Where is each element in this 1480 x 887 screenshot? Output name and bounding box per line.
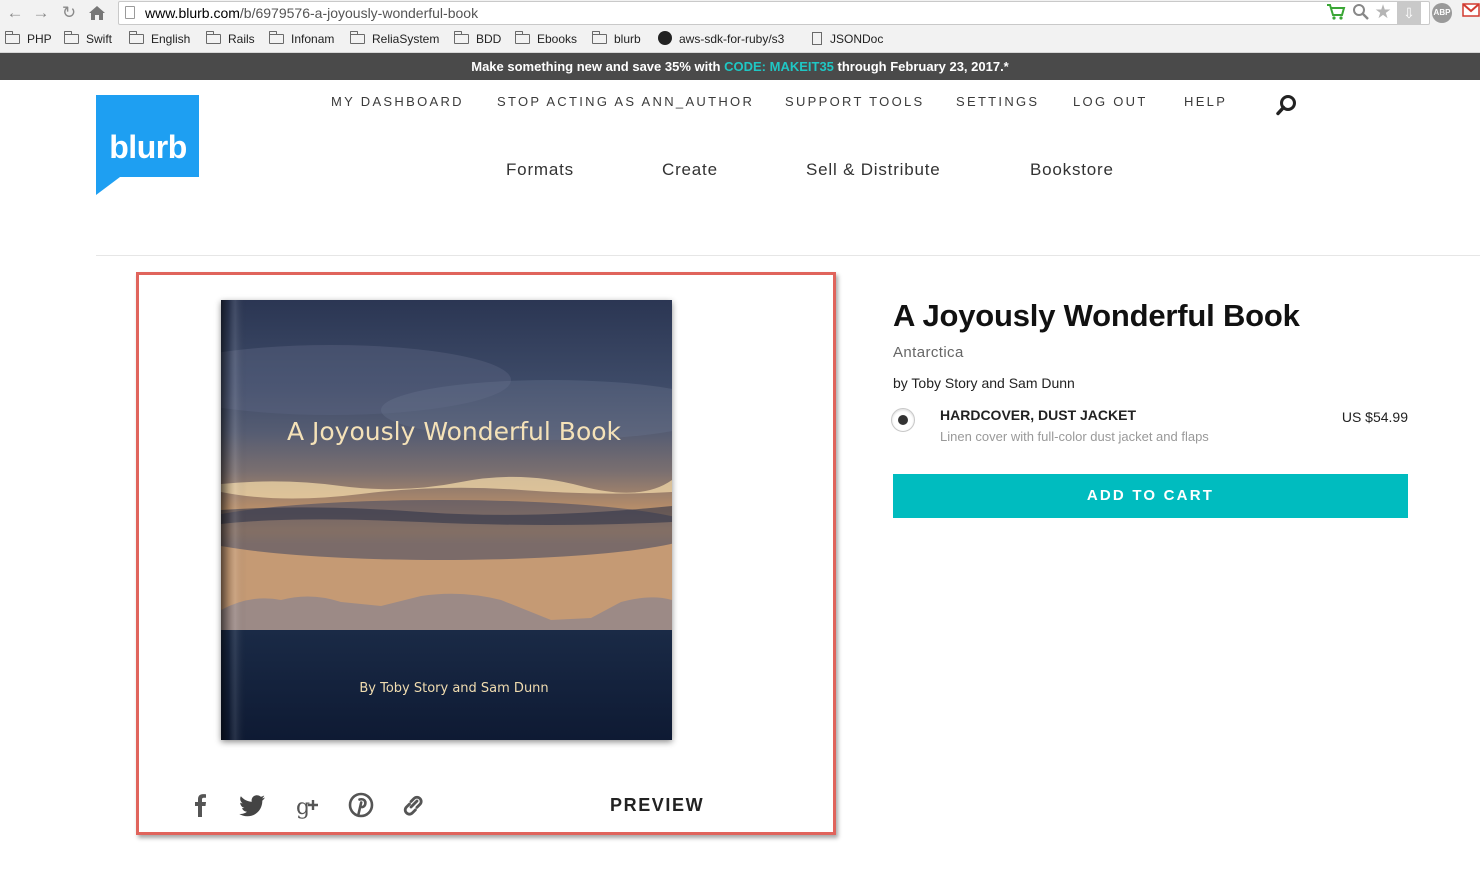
google-plus-icon[interactable]: g [294,790,324,820]
browser-toolbar: ← → ↻ www.blurb.com/b/6979576-a-joyously… [0,0,1480,27]
nav-help[interactable]: HELP [1184,94,1227,109]
nav-sell-distribute[interactable]: Sell & Distribute [806,160,941,180]
folder-icon [515,31,530,44]
gmail-icon[interactable] [1462,3,1480,23]
back-arrow-icon[interactable]: ← [4,2,26,24]
svg-text:g: g [296,795,310,820]
bookmark-blurb[interactable]: blurb [592,31,641,48]
bookmark-reliasystem[interactable]: ReliaSystem [350,31,439,48]
book-title: A Joyously Wonderful Book [893,298,1300,333]
bookmark-ebooks[interactable]: Ebooks [515,31,577,48]
bookmark-jsondoc[interactable]: JSONDoc [812,31,883,48]
nav-stop-acting[interactable]: STOP ACTING AS ANN_AUTHOR [497,94,754,109]
document-icon [812,32,822,45]
bookmark-bdd[interactable]: BDD [454,31,501,48]
book-cover-image[interactable]: A Joyously Wonderful Book By Toby Story … [221,300,672,740]
bookmark-rails[interactable]: Rails [206,31,255,48]
twitter-icon[interactable] [236,790,268,820]
book-authors[interactable]: by Toby Story and Sam Dunn [893,375,1075,391]
blurb-logo[interactable]: blurb [96,95,199,195]
star-icon[interactable]: ★ [1373,3,1393,23]
bookmark-swift[interactable]: Swift [64,31,112,48]
forward-arrow-icon[interactable]: → [30,2,52,24]
facebook-icon[interactable] [186,790,216,820]
promo-code: CODE: MAKEIT35 [724,59,834,74]
promo-date: through February 23, 2017.* [833,59,1009,74]
folder-icon [350,31,365,44]
format-radio[interactable] [891,408,915,432]
github-icon [658,31,672,45]
preview-button[interactable]: PREVIEW [610,795,704,816]
cover-byline-text: By Toby Story and Sam Dunn [359,681,548,696]
page-icon [125,6,135,19]
bookmark-php[interactable]: PHP [5,31,52,48]
link-icon[interactable] [398,790,428,820]
folder-icon [269,31,284,44]
address-bar[interactable]: www.blurb.com/b/6979576-a-joyously-wonde… [118,1,1430,25]
reload-icon[interactable]: ↻ [58,2,80,24]
search-icon[interactable] [1276,94,1296,116]
promo-banner: Make something new and save 35% with COD… [0,53,1480,80]
format-description: Linen cover with full-color dust jacket … [940,429,1209,444]
folder-icon [454,31,469,44]
bookmark-english[interactable]: English [129,31,190,48]
folder-icon [5,31,20,44]
format-name[interactable]: HARDCOVER, DUST JACKET [940,407,1136,423]
adblock-icon[interactable]: ABP [1432,3,1452,23]
folder-icon [592,31,607,44]
header-divider [96,255,1480,256]
nav-my-dashboard[interactable]: MY DASHBOARD [331,94,464,109]
nav-log-out[interactable]: LOG OUT [1073,94,1148,109]
radio-selected-dot [898,415,908,425]
bookmark-infonam[interactable]: Infonam [269,31,334,48]
pinterest-icon[interactable] [346,790,376,820]
folder-icon [64,31,79,44]
nav-settings[interactable]: SETTINGS [956,94,1039,109]
bookmarks-bar: PHP Swift English Rails Infonam ReliaSys… [0,27,1480,53]
cover-title-text: A Joyously Wonderful Book [287,417,622,446]
zoom-icon[interactable] [1351,3,1371,27]
folder-icon [129,31,144,44]
add-to-cart-button[interactable]: ADD TO CART [893,474,1408,518]
nav-bookstore[interactable]: Bookstore [1030,160,1114,180]
home-icon[interactable] [86,2,108,24]
promo-text: Make something new and save 35% with [471,59,725,74]
url-text: www.blurb.com/b/6979576-a-joyously-wonde… [145,5,479,21]
nav-create[interactable]: Create [662,160,718,180]
cart-icon[interactable] [1326,3,1346,27]
bookmark-aws-sdk[interactable]: aws-sdk-for-ruby/s3 [658,31,784,48]
download-icon[interactable]: ⇩ [1397,1,1421,25]
book-subtitle: Antarctica [893,344,964,361]
folder-icon [206,31,221,44]
nav-formats[interactable]: Formats [506,160,574,180]
format-price: US $54.99 [1341,409,1408,425]
svg-text:blurb: blurb [109,129,186,165]
nav-support-tools[interactable]: SUPPORT TOOLS [785,94,924,109]
